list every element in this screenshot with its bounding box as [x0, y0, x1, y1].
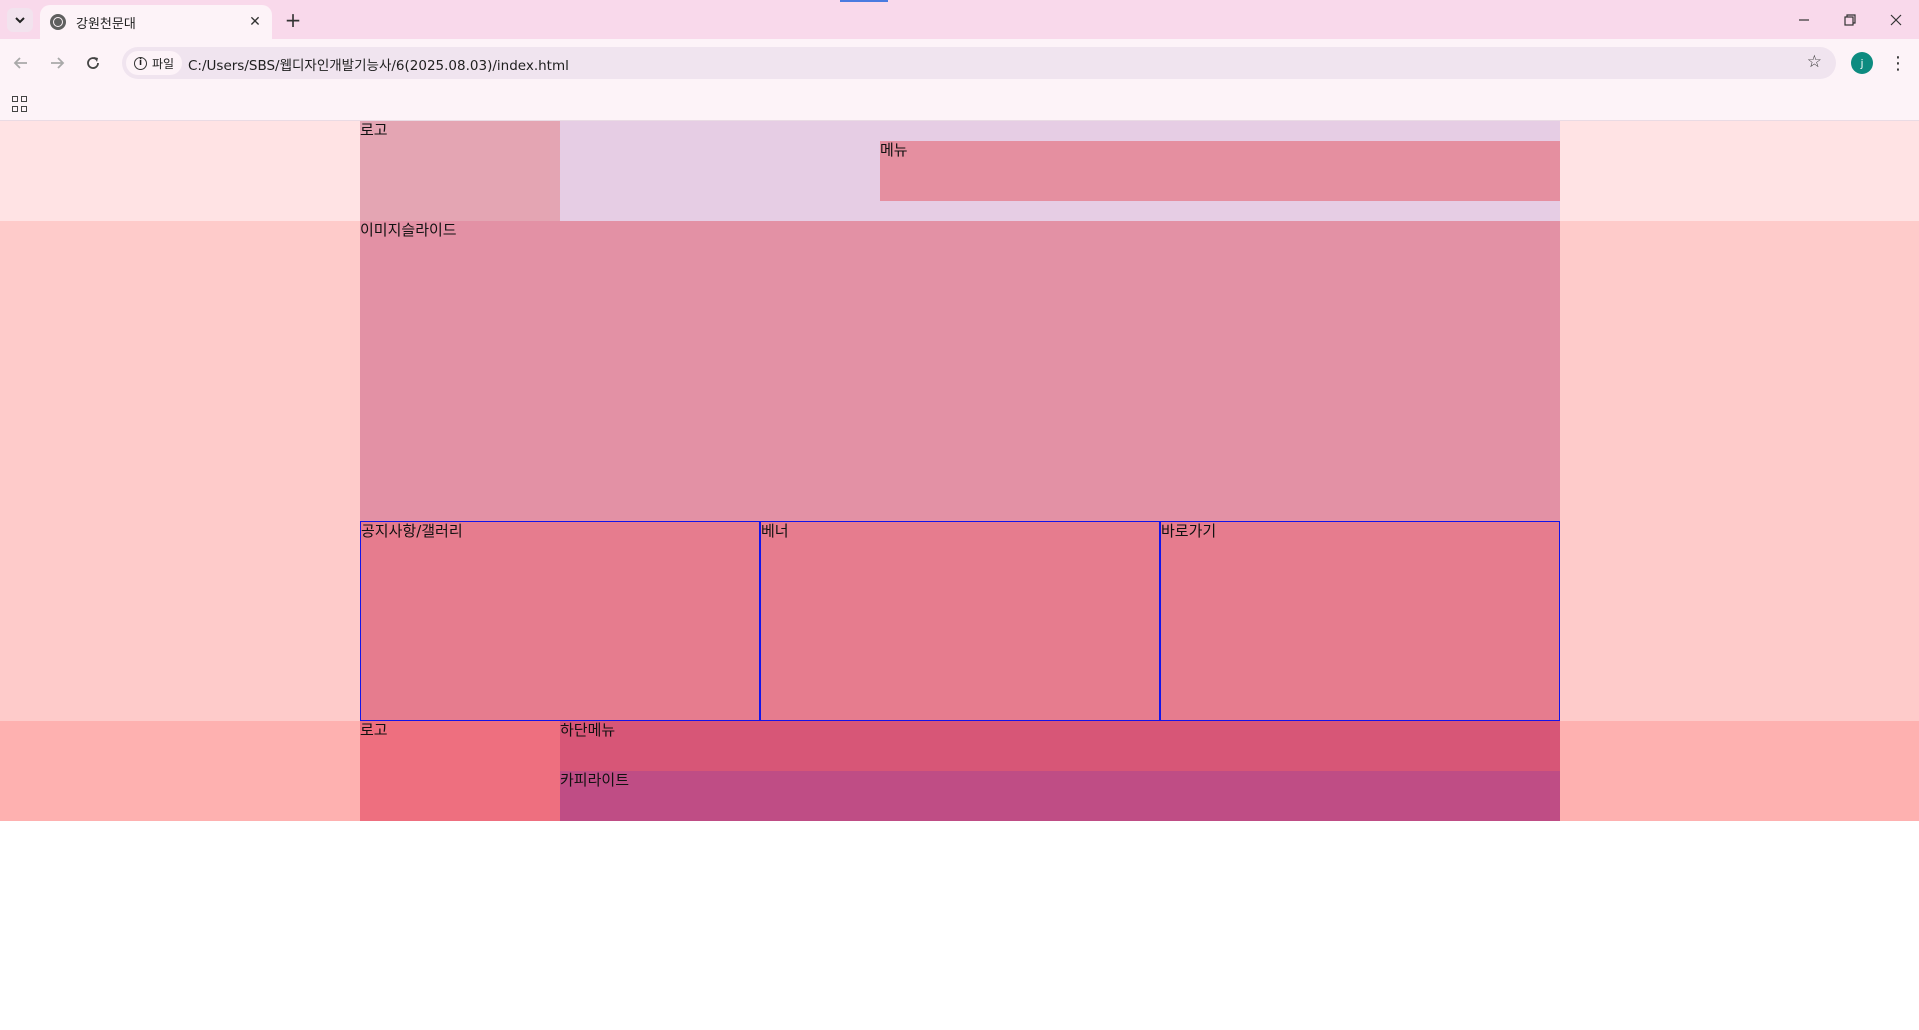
footer-menu[interactable]: 하단메뉴 — [560, 721, 1560, 771]
address-bar[interactable]: i 파일 C:/Users/SBS/웹디자인개발기능사/6(2025.08.03… — [122, 47, 1836, 79]
banner-section[interactable]: 베너 — [760, 521, 1160, 721]
info-icon: i — [134, 56, 147, 70]
copyright-label: 카피라이트 — [560, 771, 630, 789]
close-window-icon[interactable] — [1873, 6, 1919, 34]
tab-strip: 강원천문대 ✕ + — [0, 0, 1919, 39]
apps-icon[interactable] — [12, 96, 28, 112]
forward-icon[interactable] — [45, 51, 69, 75]
footer-menu-label: 하단메뉴 — [560, 721, 616, 739]
close-icon[interactable]: ✕ — [246, 13, 264, 31]
globe-icon — [50, 14, 66, 30]
site-chip-label: 파일 — [152, 56, 175, 71]
banner-label: 베너 — [761, 522, 789, 540]
star-icon[interactable]: ☆ — [1807, 52, 1822, 72]
new-tab-button[interactable]: + — [281, 8, 305, 32]
shortcut-label: 바로가기 — [1161, 522, 1217, 540]
image-slide-label: 이미지슬라이드 — [360, 221, 457, 239]
shortcut-section[interactable]: 바로가기 — [1160, 521, 1560, 721]
loading-indicator — [840, 0, 888, 2]
footer-logo-label: 로고 — [360, 721, 388, 739]
tab-search-button[interactable] — [7, 8, 33, 32]
kebab-menu-icon[interactable]: ⋮ — [1886, 51, 1910, 75]
header-menu[interactable]: 메뉴 — [880, 141, 1560, 201]
back-icon[interactable] — [9, 51, 33, 75]
header-logo-label: 로고 — [360, 121, 388, 139]
notice-gallery-section[interactable]: 공지사항/갤러리 — [360, 521, 760, 721]
minimize-icon[interactable] — [1781, 6, 1827, 34]
image-slide[interactable]: 이미지슬라이드 — [360, 221, 1560, 521]
profile-avatar[interactable]: j — [1851, 52, 1873, 74]
browser-toolbar: i 파일 C:/Users/SBS/웹디자인개발기능사/6(2025.08.03… — [0, 39, 1919, 87]
footer-logo[interactable]: 로고 — [360, 721, 560, 821]
bookmarks-bar — [0, 87, 1919, 121]
site-info-chip[interactable]: i 파일 — [126, 51, 183, 75]
page-viewport: 로고 메뉴 이미지슬라이드 공지사항/갤러리 베너 바로가기 로고 하단메뉴 카… — [0, 121, 1919, 1030]
restore-icon[interactable] — [1827, 6, 1873, 34]
notice-gallery-label: 공지사항/갤러리 — [361, 522, 463, 540]
copyright: 카피라이트 — [560, 771, 1560, 821]
browser-tab[interactable]: 강원천문대 ✕ — [40, 5, 272, 39]
header-logo[interactable]: 로고 — [360, 121, 560, 221]
tab-title: 강원천문대 — [76, 16, 136, 32]
header-menu-label: 메뉴 — [880, 141, 908, 159]
url-text[interactable]: C:/Users/SBS/웹디자인개발기능사/6(2025.08.03)/ind… — [188, 54, 569, 74]
chevron-down-icon — [15, 17, 25, 24]
reload-icon[interactable] — [81, 51, 105, 75]
